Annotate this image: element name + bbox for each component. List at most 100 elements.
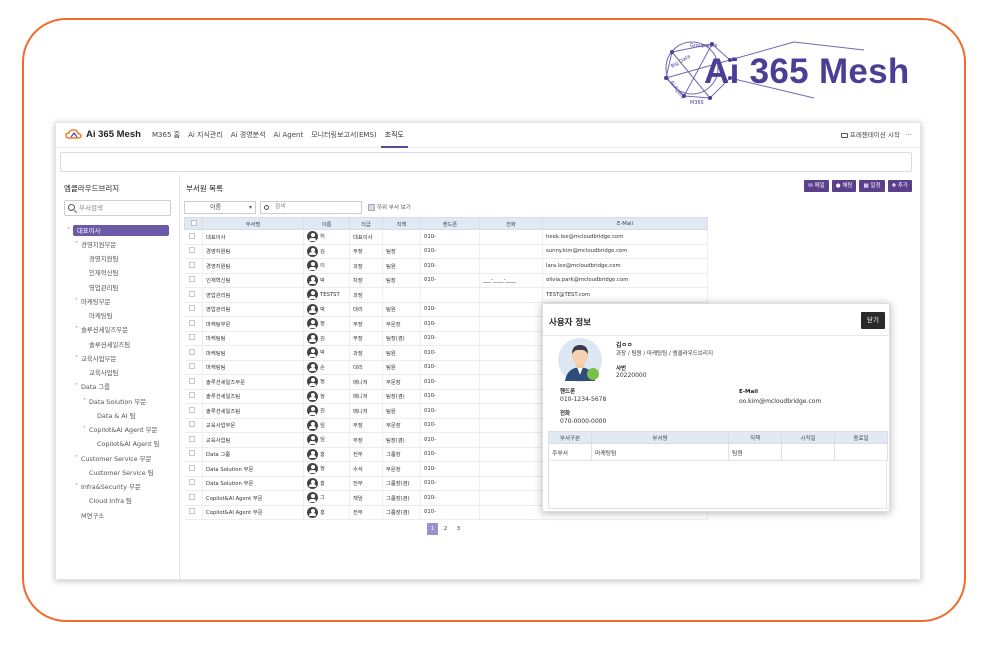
action-button-add-user[interactable]: ✚ 추가 bbox=[887, 180, 912, 192]
row-checkbox[interactable] bbox=[188, 392, 195, 399]
row-checkbox-cell[interactable] bbox=[184, 244, 203, 259]
table-row[interactable]: 경영지원팀 이 과장 팀원 010- lara.lee@mcloudbridge.com bbox=[184, 258, 708, 274]
action-button-mail[interactable]: ✉ 메일 bbox=[804, 180, 829, 192]
tree-node[interactable]: ˅ 마케팅부문 bbox=[56, 294, 180, 308]
row-checkbox-cell[interactable] bbox=[184, 447, 203, 462]
nav-item[interactable]: 모니터링보고서(EMS) bbox=[307, 123, 380, 148]
tree-node[interactable]: ˅ Copilot&AI Agent 부문 bbox=[56, 423, 180, 437]
row-checkbox-cell[interactable] bbox=[184, 418, 203, 433]
table-cell: 솔루션세일즈부문 bbox=[202, 374, 304, 390]
select-all-checkbox[interactable] bbox=[190, 219, 197, 226]
row-checkbox-cell[interactable] bbox=[184, 302, 203, 317]
nav-item[interactable]: 조직도 bbox=[380, 123, 408, 148]
tree-node[interactable]: ˅ Data 그룹 bbox=[56, 380, 180, 394]
row-checkbox-cell[interactable] bbox=[184, 287, 203, 303]
row-checkbox[interactable] bbox=[188, 232, 195, 239]
tree-node[interactable]: ˅ Infra&Security 부문 bbox=[56, 480, 180, 494]
row-checkbox-cell[interactable] bbox=[184, 273, 203, 288]
row-checkbox-cell[interactable] bbox=[184, 360, 203, 375]
tree-node[interactable]: Customer Service 팀 bbox=[56, 465, 180, 479]
row-checkbox-cell[interactable] bbox=[184, 476, 203, 491]
dept-search-input[interactable]: 부서검색 bbox=[64, 200, 171, 216]
email-value[interactable]: oo.kim@mcloudbridge.com bbox=[739, 398, 821, 405]
tree-node-label: Data & AI 팀 bbox=[97, 411, 136, 420]
row-checkbox-cell[interactable] bbox=[184, 403, 203, 419]
tree-node[interactable]: M연구소 bbox=[56, 508, 180, 522]
tree-node[interactable]: ˅ Customer Service 부문 bbox=[56, 451, 180, 465]
tree-node[interactable]: ˅ 솔루션세일즈부문 bbox=[56, 323, 180, 337]
tree-node[interactable]: 마케팅팀 bbox=[56, 309, 180, 323]
table-cell: 그룹장 bbox=[382, 447, 421, 462]
tree-node[interactable]: ˅ 경영지원부문 bbox=[56, 237, 180, 251]
close-button[interactable]: 닫기 bbox=[861, 312, 885, 329]
row-checkbox[interactable] bbox=[188, 334, 195, 341]
page-button[interactable]: 2 bbox=[440, 523, 451, 535]
row-checkbox[interactable] bbox=[188, 450, 195, 457]
table-row[interactable]: 경영지원팀 김 부장 팀장 010- sunny.kim@mcloudbridge.com bbox=[184, 244, 708, 259]
page-button[interactable]: 3 bbox=[453, 523, 464, 535]
tree-node[interactable]: 영업관리팀 bbox=[56, 280, 180, 294]
row-checkbox[interactable] bbox=[188, 348, 195, 355]
action-button-chat[interactable]: ● 채팅 bbox=[831, 180, 857, 192]
tree-node[interactable]: ˅ Data Solution 부문 bbox=[56, 394, 180, 408]
nav-item[interactable]: M365 홈 bbox=[148, 123, 184, 148]
row-checkbox-cell[interactable] bbox=[184, 345, 203, 361]
row-checkbox-cell[interactable] bbox=[184, 316, 203, 332]
subdept-toggle[interactable]: 하위 부서 보기 bbox=[368, 203, 411, 211]
row-checkbox[interactable] bbox=[188, 406, 195, 413]
row-checkbox[interactable] bbox=[188, 435, 195, 442]
row-checkbox-cell[interactable] bbox=[184, 505, 203, 520]
row-checkbox-cell[interactable] bbox=[184, 229, 203, 245]
nav-item[interactable]: Ai Agent bbox=[270, 123, 308, 148]
row-checkbox-cell[interactable] bbox=[184, 374, 203, 390]
row-checkbox[interactable] bbox=[188, 508, 195, 515]
row-checkbox[interactable] bbox=[188, 261, 195, 268]
table-cell: 임 bbox=[303, 432, 350, 448]
row-checkbox[interactable] bbox=[188, 493, 195, 500]
row-checkbox-cell[interactable] bbox=[184, 389, 203, 404]
row-checkbox[interactable] bbox=[188, 319, 195, 326]
tree-node[interactable]: Data & AI 팀 bbox=[56, 408, 180, 422]
tree-node[interactable]: 인재혁신팀 bbox=[56, 266, 180, 280]
member-search-input[interactable]: 검색 bbox=[260, 200, 362, 214]
select-all-cell[interactable] bbox=[184, 217, 203, 230]
page-button[interactable]: 1 bbox=[427, 523, 438, 535]
dept-history-col: 시작일 bbox=[781, 431, 835, 444]
table-cell: 010- bbox=[420, 432, 480, 448]
present-button[interactable]: 프레젠테이션 시작 bbox=[840, 123, 900, 147]
tree-node[interactable]: 경영지원팀 bbox=[56, 252, 180, 266]
tree-node[interactable]: 솔루션세일즈팀 bbox=[56, 337, 180, 351]
row-checkbox[interactable] bbox=[188, 247, 195, 254]
row-checkbox-cell[interactable] bbox=[184, 461, 203, 477]
row-checkbox[interactable] bbox=[188, 305, 195, 312]
dept-search-placeholder: 부서검색 bbox=[79, 204, 103, 212]
row-checkbox-cell[interactable] bbox=[184, 490, 203, 506]
row-checkbox[interactable] bbox=[188, 290, 195, 297]
row-checkbox[interactable] bbox=[188, 421, 195, 428]
table-row[interactable]: 대표이사 허 대표이사 010- heek.lee@mcloudbridge.com bbox=[184, 229, 708, 245]
filter-bar[interactable] bbox=[60, 152, 912, 172]
app-logo[interactable]: Ai 365 Mesh bbox=[65, 128, 141, 140]
table-row[interactable]: 영업관리팀 TESTST 과장 TEST@TEST.com bbox=[184, 287, 708, 303]
row-checkbox[interactable] bbox=[188, 377, 195, 384]
subdept-checkbox[interactable] bbox=[368, 203, 375, 211]
row-checkbox[interactable] bbox=[188, 464, 195, 471]
action-button-calendar[interactable]: ▦ 일정 bbox=[859, 180, 885, 192]
row-checkbox[interactable] bbox=[188, 479, 195, 486]
tree-node[interactable]: Cloud Infra 팀 bbox=[56, 494, 180, 508]
table-row[interactable]: 인재혁신팀 박 차장 팀장 010- ___-____-____ olivia.park@m… bbox=[184, 273, 708, 288]
row-checkbox[interactable] bbox=[188, 276, 195, 283]
nav-item[interactable]: Ai 지식관리 bbox=[184, 123, 227, 148]
row-checkbox-cell[interactable] bbox=[184, 258, 203, 274]
tree-node[interactable]: Copilot&AI Agent 팀 bbox=[56, 437, 180, 451]
row-checkbox-cell[interactable] bbox=[184, 331, 203, 346]
tree-node[interactable]: 교육사업팀 bbox=[56, 366, 180, 380]
tree-node[interactable]: ˅ 교육사업부문 bbox=[56, 351, 180, 365]
filter-select[interactable]: 이름 bbox=[184, 200, 256, 214]
row-checkbox-cell[interactable] bbox=[184, 432, 203, 448]
row-checkbox[interactable] bbox=[188, 363, 195, 370]
user-info-modal: 사용자 정보 닫기 김ㅇㅇ 과장 / 팀원 / 마케팅팀 / 엠클라우드브리지 … bbox=[542, 303, 890, 512]
tree-node[interactable]: ˅ 대표이사 bbox=[56, 223, 180, 237]
nav-item[interactable]: Ai 경영분석 bbox=[227, 123, 270, 148]
more-icon[interactable]: ··· bbox=[906, 123, 912, 147]
